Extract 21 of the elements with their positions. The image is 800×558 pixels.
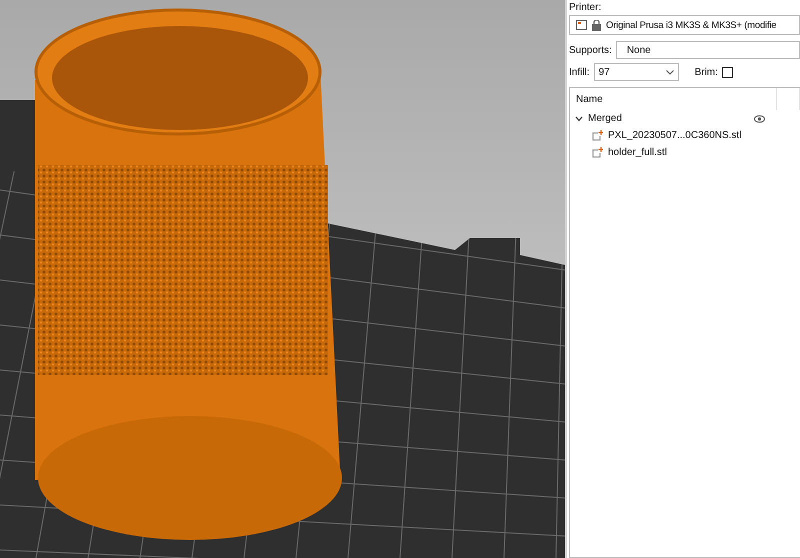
brim-checkbox[interactable] [722,66,733,78]
dropdown-chevron-icon [666,70,674,74]
printer-dropdown[interactable]: Original Prusa i3 MK3S & MK3S+ (modifie [569,15,800,35]
supports-dropdown[interactable]: None [616,41,800,59]
3d-viewport-drawing[interactable] [0,0,565,558]
part-name[interactable]: PXL_20230507...0C360NS.stl [608,130,742,141]
supports-label: Supports: [569,44,612,56]
infill-label: Infill: [569,66,590,78]
part-name[interactable]: holder_full.stl [608,147,667,158]
object-name[interactable]: Merged [588,113,749,124]
infill-dropdown[interactable]: 97 [594,63,679,81]
lock-icon [592,20,601,30]
part-icon [592,147,603,158]
eye-icon[interactable] [754,114,765,122]
expand-chevron-icon[interactable] [575,116,583,122]
printer-icon [576,20,587,30]
column-header[interactable]: Name [570,88,777,110]
printer-label: Printer: [569,2,602,13]
printer-name: Original Prusa i3 MK3S & MK3S+ (modifie [606,20,776,30]
part-icon [592,130,603,141]
brim-label: Brim: [694,66,718,78]
